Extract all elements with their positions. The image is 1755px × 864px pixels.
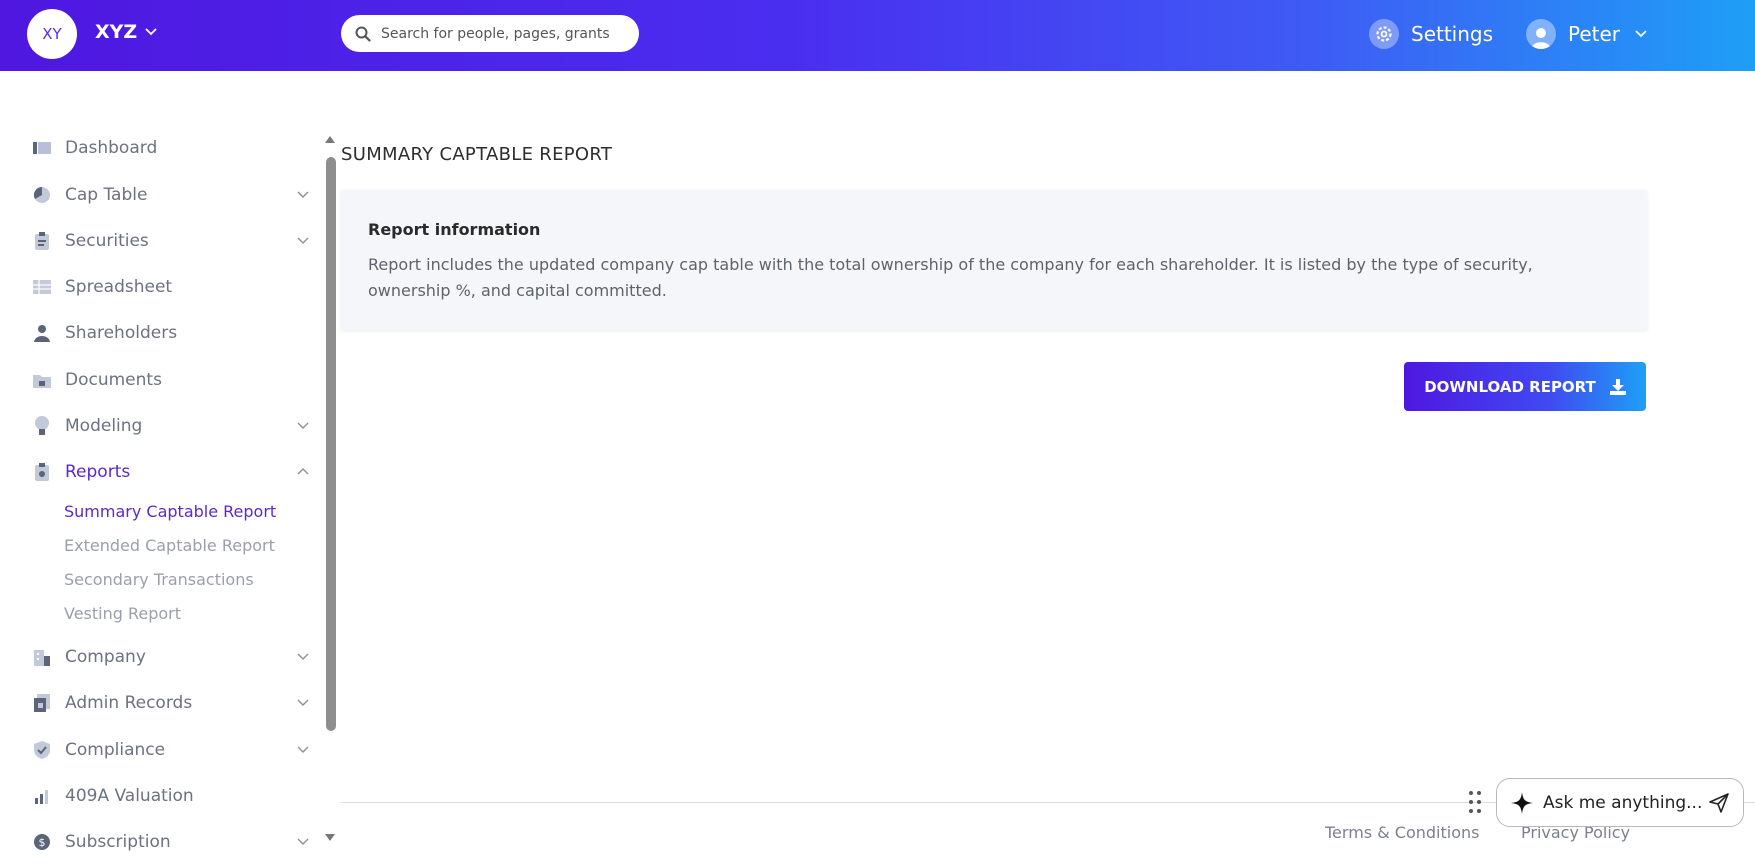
sidebar-item-label: Securities (65, 231, 149, 251)
chevron-down-icon (297, 191, 309, 198)
chevron-down-icon (297, 699, 309, 706)
chevron-down-icon (297, 746, 309, 753)
chevron-down-icon[interactable] (144, 27, 158, 37)
sidebar-subitem-summary-captable-report[interactable]: Summary Captable Report (64, 502, 276, 521)
top-navigation-bar: XY XYZ Settings Peter (0, 0, 1755, 71)
org-avatar[interactable]: XY (27, 9, 77, 59)
gear-icon (1369, 19, 1399, 49)
records-icon (33, 694, 51, 712)
sidebar-item-label: Admin Records (65, 693, 193, 713)
dollar-icon: $ (33, 833, 51, 851)
sidebar-item-compliance[interactable]: Compliance (33, 735, 313, 765)
clipboard-icon (33, 232, 51, 250)
report-info-card: Report information Report includes the u… (341, 190, 1647, 330)
chevron-up-icon (297, 468, 309, 475)
sidebar-item-admin-records[interactable]: Admin Records (33, 688, 313, 718)
card-description: Report includes the updated company cap … (368, 255, 1533, 300)
sidebar-item-documents[interactable]: Documents (33, 365, 313, 395)
sidebar-item-cap-table[interactable]: Cap Table (33, 180, 313, 210)
sidebar-item-company[interactable]: Company (33, 642, 313, 672)
search-icon (355, 26, 371, 42)
scrollbar-thumb[interactable] (326, 157, 336, 731)
user-name: Peter (1568, 22, 1621, 46)
download-label: DOWNLOAD REPORT (1424, 377, 1596, 396)
sidebar-item-label: Spreadsheet (65, 277, 173, 297)
sidebar-item-label: Cap Table (65, 185, 148, 205)
sidebar-item-label: Dashboard (65, 138, 158, 158)
drag-handle-icon[interactable] (1467, 790, 1483, 814)
terms-link[interactable]: Terms & Conditions (1325, 823, 1479, 842)
sidebar-item-reports[interactable]: Reports (33, 457, 313, 487)
chevron-down-icon (297, 422, 309, 429)
sidebar-item-label: Modeling (65, 416, 143, 436)
chevron-down-icon (297, 653, 309, 660)
shield-check-icon (33, 741, 51, 759)
person-icon (33, 324, 51, 342)
scroll-down-arrow-icon[interactable] (324, 833, 336, 842)
assistant-input[interactable] (1543, 792, 1703, 813)
send-icon[interactable] (1709, 792, 1729, 813)
sidebar-item-label: Reports (65, 462, 131, 482)
sidebar-item-label: Compliance (65, 740, 166, 760)
svg-text:$: $ (39, 836, 46, 849)
sidebar: Dashboard Cap Table Securities Spreadshe… (0, 120, 320, 864)
folder-lock-icon (33, 371, 51, 389)
settings-label: Settings (1411, 22, 1494, 46)
sidebar-item-409a-valuation[interactable]: 409A Valuation (33, 781, 313, 811)
bar-chart-icon (33, 787, 51, 805)
scroll-up-arrow-icon[interactable] (324, 135, 336, 144)
card-title: Report information (368, 220, 541, 239)
sidebar-item-shareholders[interactable]: Shareholders (33, 318, 313, 348)
spreadsheet-icon (33, 278, 51, 296)
dashboard-icon (33, 139, 51, 157)
sidebar-item-subscription[interactable]: $ Subscription (33, 827, 313, 857)
sidebar-item-securities[interactable]: Securities (33, 226, 313, 256)
building-icon (33, 648, 51, 666)
page-title: SUMMARY CAPTABLE REPORT (341, 144, 613, 165)
sidebar-item-label: 409A Valuation (65, 786, 194, 806)
sidebar-item-spreadsheet[interactable]: Spreadsheet (33, 272, 313, 302)
org-initials: XY (42, 25, 62, 43)
download-report-button[interactable]: DOWNLOAD REPORT (1404, 362, 1646, 411)
sidebar-subitem-secondary-transactions[interactable]: Secondary Transactions (64, 570, 254, 589)
lightbulb-icon (33, 416, 51, 435)
sidebar-item-label: Company (65, 647, 146, 667)
user-menu[interactable]: Peter (1526, 19, 1648, 49)
ai-assistant-box[interactable] (1496, 778, 1744, 827)
pie-chart-icon (33, 186, 51, 204)
settings-button[interactable]: Settings (1369, 19, 1493, 49)
search-input[interactable] (381, 25, 621, 42)
sidebar-subitem-vesting-report[interactable]: Vesting Report (64, 604, 181, 623)
sidebar-item-label: Documents (65, 370, 162, 390)
sparkle-icon (1511, 791, 1533, 814)
sidebar-subitem-extended-captable-report[interactable]: Extended Captable Report (64, 536, 275, 555)
sidebar-item-modeling[interactable]: Modeling (33, 411, 313, 441)
report-icon (33, 463, 51, 481)
sidebar-item-label: Subscription (65, 832, 171, 852)
global-search[interactable] (341, 15, 639, 52)
org-name[interactable]: XYZ (95, 21, 137, 43)
chevron-down-icon (297, 838, 309, 845)
avatar (1526, 19, 1556, 49)
sidebar-item-label: Shareholders (65, 323, 178, 343)
sidebar-item-dashboard[interactable]: Dashboard (33, 133, 313, 163)
chevron-down-icon (297, 237, 309, 244)
download-icon (1609, 378, 1626, 395)
chevron-down-icon (1635, 30, 1647, 38)
sidebar-scrollbar[interactable] (323, 133, 337, 849)
